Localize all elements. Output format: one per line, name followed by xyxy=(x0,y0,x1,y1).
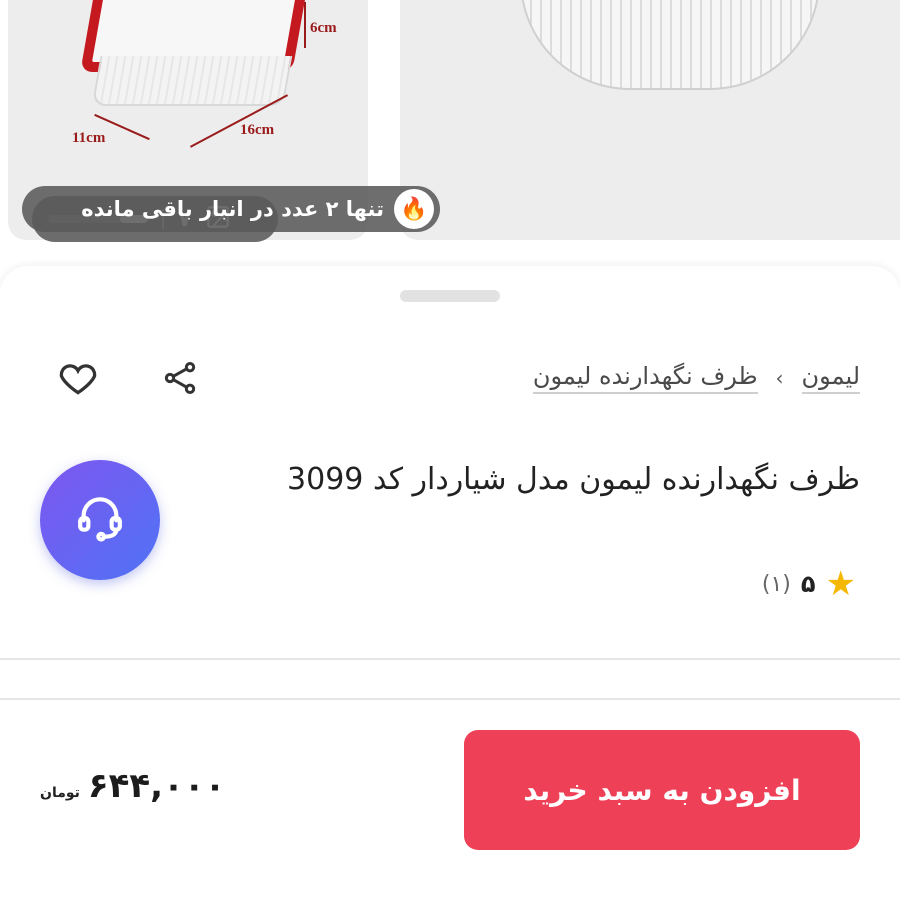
price-currency: تومان xyxy=(40,785,80,801)
product-photo-illustration xyxy=(520,0,820,90)
product-body-illustration xyxy=(91,56,293,106)
price-block: تومان ۶۴۴,۰۰۰ xyxy=(40,766,225,806)
breadcrumb-separator: › xyxy=(775,366,784,390)
stock-notice-text: تنها ۲ عدد در انبار باقی مانده xyxy=(81,197,384,221)
rating-count: (۱) xyxy=(761,571,791,597)
favorite-button[interactable] xyxy=(50,352,106,408)
product-page: 6cm 11cm 16cm ۷ 🔥 تنها ۲ عدد در انبا xyxy=(0,0,900,900)
product-rating[interactable]: ★ ۵ (۱) xyxy=(762,564,856,604)
rating-value: ۵ xyxy=(800,570,816,598)
stock-notice-pill: 🔥 تنها ۲ عدد در انبار باقی مانده xyxy=(22,186,440,232)
add-to-cart-button[interactable]: افزودن به سبد خرید xyxy=(464,730,860,850)
height-dimension-label: 6cm xyxy=(310,20,337,36)
star-icon: ★ xyxy=(825,564,856,604)
headset-icon xyxy=(72,490,128,550)
height-dimension-line xyxy=(304,2,306,48)
fire-icon: 🔥 xyxy=(394,189,434,229)
breadcrumb: لیمون › ظرف نگهدارنده لیمون xyxy=(532,362,860,394)
section-divider xyxy=(0,698,900,700)
support-button[interactable] xyxy=(40,460,160,580)
breadcrumb-item-category[interactable]: ظرف نگهدارنده لیمون xyxy=(532,362,758,394)
product-details-sheet: لیمون › ظرف نگهدارنده لیمون ظرف نگهدارند… xyxy=(0,266,900,900)
share-icon xyxy=(160,358,200,402)
share-button[interactable] xyxy=(152,352,208,408)
gallery-main-image[interactable] xyxy=(400,0,900,240)
section-divider xyxy=(0,658,900,660)
price-amount: ۶۴۴,۰۰۰ xyxy=(87,766,226,806)
breadcrumb-item-brand[interactable]: لیمون xyxy=(801,362,860,394)
image-gallery: 6cm 11cm 16cm ۷ 🔥 تنها ۲ عدد در انبا xyxy=(0,0,900,262)
sheet-drag-handle[interactable] xyxy=(400,290,500,302)
product-title: ظرف نگهدارنده لیمون مدل شیاردار کد 3099 xyxy=(287,462,860,497)
heart-icon xyxy=(56,356,100,404)
length-dimension-label: 16cm xyxy=(240,122,275,138)
width-dimension-label: 11cm xyxy=(72,130,106,146)
